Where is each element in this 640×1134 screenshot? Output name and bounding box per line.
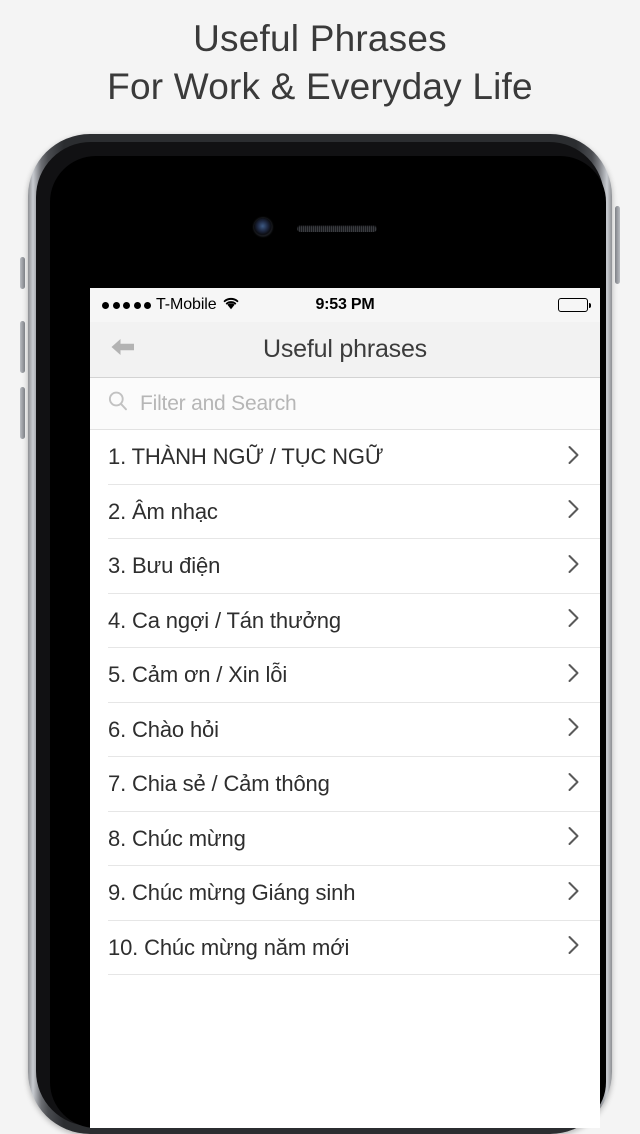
list-item-label: 5. Cảm ơn / Xin lỗi	[108, 662, 288, 688]
search-bar[interactable]: Filter and Search	[90, 378, 600, 430]
list-item-label: 7. Chia sẻ / Cảm thông	[108, 771, 330, 797]
earpiece-speaker-icon	[297, 225, 377, 232]
list-item[interactable]: 9. Chúc mừng Giáng sinh	[90, 866, 600, 921]
volume-down-button[interactable]	[20, 387, 25, 439]
chevron-right-icon	[567, 772, 580, 797]
list-item[interactable]: 7. Chia sẻ / Cảm thông	[90, 757, 600, 812]
page-title: Useful phrases	[263, 335, 427, 363]
list-item[interactable]: 4. Ca ngợi / Tán thưởng	[90, 593, 600, 648]
chevron-right-icon	[567, 717, 580, 742]
phone-bezel: T-Mobile 9:53 PM Useful phrases Filter a…	[50, 156, 606, 1128]
list-item-label: 10. Chúc mừng năm mới	[108, 934, 350, 960]
navigation-bar: Useful phrases	[90, 322, 600, 378]
chevron-right-icon	[567, 935, 580, 960]
promo-title-line1: Useful Phrases	[193, 18, 447, 59]
search-icon	[107, 390, 129, 417]
volume-up-button[interactable]	[20, 321, 25, 373]
phone-inner-frame: T-Mobile 9:53 PM Useful phrases Filter a…	[36, 142, 606, 1128]
list-item-label: 6. Chào hỏi	[108, 716, 219, 742]
list-item-label: 8. Chúc mừng	[108, 825, 246, 851]
list-item[interactable]: 8. Chúc mừng	[90, 811, 600, 866]
list-item[interactable]: 10. Chúc mừng năm mới	[90, 920, 600, 975]
chevron-right-icon	[567, 554, 580, 579]
front-camera-icon	[254, 218, 272, 236]
list-item-label: 4. Ca ngợi / Tán thưởng	[108, 607, 341, 633]
promo-header: Useful Phrases For Work & Everyday Life	[0, 0, 640, 130]
status-bar-right	[558, 288, 591, 322]
promo-title-line2: For Work & Everyday Life	[107, 66, 533, 107]
power-button[interactable]	[615, 206, 620, 284]
list-item[interactable]: 6. Chào hỏi	[90, 702, 600, 757]
list-item-label: 2. Âm nhạc	[108, 498, 218, 524]
chevron-right-icon	[567, 881, 580, 906]
list-item[interactable]: 2. Âm nhạc	[90, 484, 600, 539]
search-input[interactable]: Filter and Search	[140, 392, 297, 416]
phone-screen: T-Mobile 9:53 PM Useful phrases Filter a…	[90, 288, 600, 1128]
back-button[interactable]	[108, 322, 138, 377]
status-bar-clock: 9:53 PM	[315, 296, 375, 313]
chevron-right-icon	[567, 499, 580, 524]
list-item-label: 3. Bưu điện	[108, 553, 221, 579]
chevron-right-icon	[567, 445, 580, 470]
battery-icon	[558, 298, 591, 312]
chevron-right-icon	[567, 826, 580, 851]
list-item-label: 9. Chúc mừng Giáng sinh	[108, 880, 356, 906]
list-item-label: 1. THÀNH NGỮ / TỤC NGỮ	[108, 444, 384, 470]
list-item[interactable]: 1. THÀNH NGỮ / TỤC NGỮ	[90, 430, 600, 485]
phone-device-frame: T-Mobile 9:53 PM Useful phrases Filter a…	[20, 134, 620, 1134]
list-item[interactable]: 3. Bưu điện	[90, 539, 600, 594]
phrase-category-list: 1. THÀNH NGỮ / TỤC NGỮ 2. Âm nhạc 3. Bưu…	[90, 430, 600, 975]
chevron-right-icon	[567, 663, 580, 688]
silent-switch[interactable]	[20, 257, 25, 289]
list-item[interactable]: 5. Cảm ơn / Xin lỗi	[90, 648, 600, 703]
status-bar: T-Mobile 9:53 PM	[90, 288, 600, 322]
chevron-right-icon	[567, 608, 580, 633]
back-arrow-icon	[108, 335, 138, 364]
